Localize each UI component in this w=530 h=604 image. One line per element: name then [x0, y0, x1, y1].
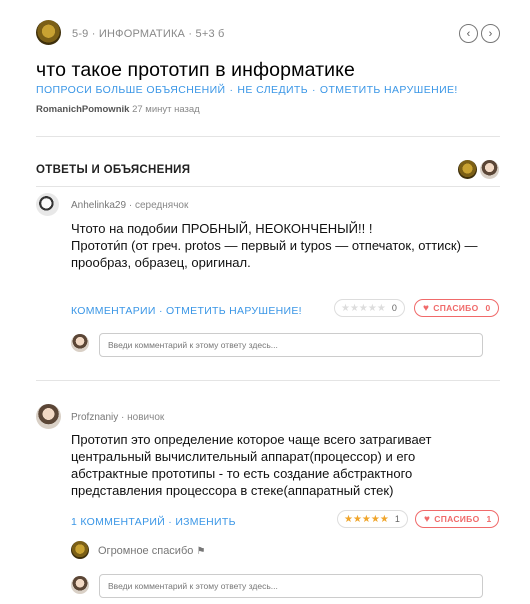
comment-text: Огромное спасибо	[98, 545, 194, 557]
action-separator: ·	[229, 84, 234, 96]
subject-link[interactable]: ИНФОРМАТИКА	[99, 28, 185, 40]
thanks-button[interactable]: ♥ СПАСИБО 0	[414, 299, 499, 317]
answer-username[interactable]: Anhelinka29	[71, 200, 126, 211]
question-time: 27 минут назад	[132, 104, 200, 115]
answer-actions: КОММЕНТАРИИ · ОТМЕТИТЬ НАРУШЕНИЕ!	[71, 305, 302, 317]
meta-separator: ·	[188, 28, 193, 40]
rating-count: 0	[391, 303, 397, 313]
comment-placeholder: Введи комментарий к этому ответу здесь..…	[108, 581, 278, 591]
comment-placeholder: Введи комментарий к этому ответу здесь..…	[108, 340, 278, 350]
question-avatar[interactable]	[36, 20, 61, 45]
report-link[interactable]: ОТМЕТИТЬ НАРУШЕНИЕ!	[320, 84, 458, 96]
thanks-label: СПАСИБО	[433, 303, 479, 313]
action-separator: ·	[158, 305, 163, 317]
answer-user-line: Anhelinka29 · середнячок	[71, 200, 188, 211]
question-actions: ПОПРОСИ БОЛЬШЕ ОБЪЯСНЕНИЙ · НЕ СЛЕДИТЬ · ОТМ…	[36, 84, 458, 96]
question-author-line: RomanichPomownik 27 минут назад	[36, 104, 200, 115]
existing-comment: Огромное спасибо ⚑	[98, 545, 205, 557]
answer-text: Прототип это определение которое чаще вс…	[71, 431, 511, 499]
divider	[36, 380, 500, 381]
heart-icon: ♥	[424, 513, 431, 525]
chevron-left-icon: ‹	[466, 27, 471, 40]
action-separator: ·	[312, 84, 316, 96]
answer-rank: новичок	[127, 412, 165, 423]
question-author[interactable]: RomanichPomownik	[36, 104, 129, 115]
answerer-avatar[interactable]	[458, 160, 477, 179]
answer-text-line: Прототип это определение которое чаще вс…	[71, 432, 432, 447]
rating-stars-icon[interactable]: ★★★★★	[344, 514, 389, 525]
question-title: что такое прототип в информатике	[36, 59, 355, 81]
ask-more-link[interactable]: ПОПРОСИ БОЛЬШЕ ОБЪЯСНЕНИЙ	[36, 84, 226, 96]
answer-text-line: Чтото на подобии ПРОБНЫЙ, НЕОКОНЧЕНЫЙ!! …	[71, 221, 373, 236]
answerer-avatar[interactable]	[480, 160, 499, 179]
thanks-label: СПАСИБО	[434, 514, 480, 524]
comment-author-avatar[interactable]	[71, 541, 89, 559]
meta-separator: ·	[91, 28, 96, 40]
report-answer-link[interactable]: ОТМЕТИТЬ НАРУШЕНИЕ!	[166, 305, 302, 317]
current-user-avatar	[71, 576, 89, 594]
rating-stars-icon[interactable]: ★★★★★	[341, 303, 386, 314]
answer-avatar[interactable]	[36, 404, 61, 429]
answer-text-line: прообраз, образец, оригинал.	[71, 255, 251, 270]
comment-input[interactable]: Введи комментарий к этому ответу здесь..…	[99, 574, 483, 598]
answer-avatar[interactable]	[36, 193, 59, 216]
points-label: 5+3 б	[195, 28, 225, 40]
rating-widget[interactable]: ★★★★★ 1	[337, 510, 408, 528]
divider	[36, 136, 500, 137]
grade-label: 5-9	[72, 28, 89, 40]
answer-text-line: абстрактные прототипы - то есть создание…	[71, 466, 413, 481]
question-meta: 5-9 · ИНФОРМАТИКА · 5+3 б	[72, 28, 225, 40]
comment-input[interactable]: Введи комментарий к этому ответу здесь..…	[99, 333, 483, 357]
answer-username[interactable]: Profznaniy	[71, 412, 118, 423]
answers-section-title: ОТВЕТЫ И ОБЪЯСНЕНИЯ	[36, 164, 191, 176]
prev-question-button[interactable]: ‹	[459, 24, 478, 43]
answer-text: Чтото на подобии ПРОБНЫЙ, НЕОКОНЧЕНЫЙ!! …	[71, 220, 511, 271]
thanks-count: 0	[485, 303, 491, 313]
comments-link[interactable]: КОММЕНТАРИИ	[71, 305, 156, 317]
answer-text-line: центральный вычислительный аппарат(проце…	[71, 449, 416, 464]
chevron-right-icon: ›	[488, 27, 493, 40]
answer-rank: середнячок	[134, 200, 189, 211]
divider	[36, 186, 500, 187]
action-separator: ·	[168, 516, 173, 528]
answer-separator: ·	[128, 200, 133, 211]
current-user-avatar	[71, 334, 89, 352]
unfollow-link[interactable]: НЕ СЛЕДИТЬ	[237, 84, 308, 96]
next-question-button[interactable]: ›	[481, 24, 500, 43]
comments-link[interactable]: 1 КОММЕНТАРИЙ	[71, 516, 165, 528]
thanks-count: 1	[486, 514, 492, 524]
answer-text-line: Прототи́п (от греч. protos — первый и ty…	[71, 238, 478, 253]
answer-user-line: Profznaniy · новичок	[71, 412, 164, 423]
rating-count: 1	[394, 514, 400, 524]
thanks-button[interactable]: ♥ СПАСИБО 1	[415, 510, 499, 528]
rating-widget[interactable]: ★★★★★ 0	[334, 299, 405, 317]
flag-icon[interactable]: ⚑	[196, 546, 205, 557]
answer-separator: ·	[121, 412, 125, 423]
heart-icon: ♥	[423, 302, 430, 314]
answer-actions: 1 КОММЕНТАРИЙ · ИЗМЕНИТЬ	[71, 516, 236, 528]
edit-answer-link[interactable]: ИЗМЕНИТЬ	[175, 516, 235, 528]
answer-text-line: представления процессора в стеке(аппарат…	[71, 483, 394, 498]
